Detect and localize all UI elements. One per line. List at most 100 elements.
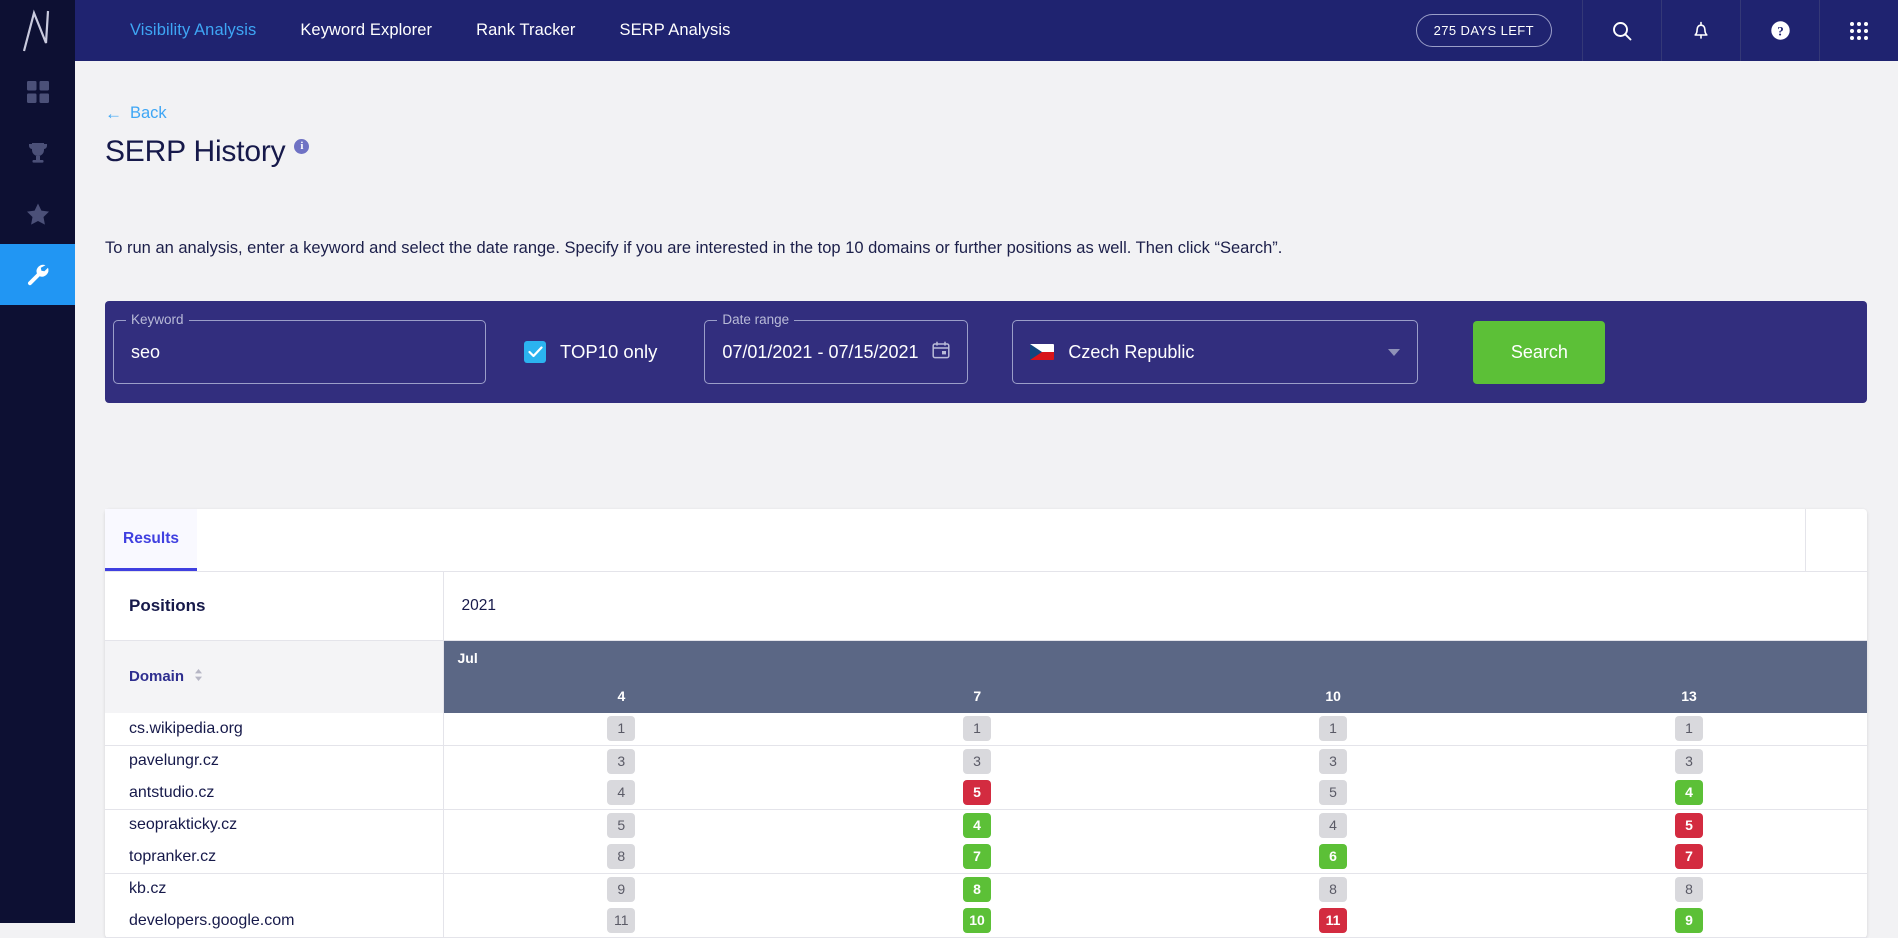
nav-link-serp-analysis[interactable]: SERP Analysis [597,0,752,61]
nav-link-visibility-analysis[interactable]: Visibility Analysis [108,0,278,61]
cell-position: 8 [799,873,1155,905]
cell-domain: topranker.cz [105,841,444,874]
sidebar-item-favorites[interactable] [0,183,75,244]
page-title-row: SERP History i [105,135,310,169]
keyword-field[interactable]: Keyword seo [113,312,486,384]
cell-position: 1 [1511,713,1867,746]
cell-position: 6 [1155,841,1511,874]
position-badge: 4 [1319,812,1347,838]
cell-position: 1 [799,713,1155,746]
cell-domain: cs.wikipedia.org [105,713,444,746]
position-badge: 5 [607,812,636,838]
table-row[interactable]: pavelungr.cz 3 3 3 3 [105,745,1867,777]
table-row[interactable]: topranker.cz 8 7 6 7 [105,841,1867,874]
days-left-badge[interactable]: 275 DAYS LEFT [1415,14,1552,47]
table-row[interactable]: cs.wikipedia.org 1 1 1 1 [105,713,1867,746]
cell-domain: seoprakticky.cz [105,809,444,841]
back-label: Back [130,104,167,122]
tab-results[interactable]: Results [105,509,197,571]
info-icon[interactable]: i [294,139,310,154]
chevron-down-icon [1388,348,1401,356]
country-select[interactable]: Czech Republic [1012,320,1419,384]
apps-menu-button[interactable] [1819,0,1898,61]
position-badge: 7 [963,844,991,870]
position-badge: 5 [1319,780,1347,806]
position-badge: 8 [1319,876,1347,902]
page-content: ← Back SERP History i To run an analysis… [75,61,1898,938]
bell-icon [1694,21,1708,39]
keyword-input[interactable]: seo [131,342,160,363]
cell-position: 1 [1155,713,1511,746]
nav-link-keyword-explorer[interactable]: Keyword Explorer [278,0,454,61]
nav-link-rank-tracker[interactable]: Rank Tracker [454,0,597,61]
cell-position: 7 [799,841,1155,874]
table-row[interactable]: seoprakticky.cz 5 4 4 5 [105,809,1867,841]
svg-text:?: ? [1777,23,1784,38]
search-submit-button[interactable]: Search [1473,320,1606,384]
cell-position: 3 [1511,745,1867,777]
help-button[interactable]: ? [1740,0,1819,61]
cell-position: 4 [799,809,1155,841]
app-logo[interactable] [0,0,75,61]
position-badge: 11 [1319,908,1347,934]
results-card: Results Positions 2021 Domain Jul 4 7 10… [105,509,1867,938]
position-badge: 5 [963,780,991,806]
page-description: To run an analysis, enter a keyword and … [105,239,1283,257]
back-link[interactable]: ← Back [105,104,167,123]
table-row[interactable]: antstudio.cz 4 5 5 4 [105,777,1867,810]
cell-position: 3 [799,745,1155,777]
sidebar-item-tools[interactable] [0,244,75,305]
cell-position: 11 [443,905,799,938]
czech-republic-flag-icon [1030,344,1055,360]
cell-position: 5 [1511,809,1867,841]
position-badge: 1 [1675,716,1703,742]
trophy-icon [28,142,47,163]
cell-position: 9 [443,873,799,905]
country-select-value: Czech Republic [1068,341,1195,362]
cell-domain: kb.cz [105,873,444,905]
check-icon [527,346,543,358]
position-badge: 8 [607,844,636,870]
position-badge: 3 [607,748,636,774]
cell-domain: developers.google.com [105,905,444,938]
wrench-icon [27,264,48,285]
sidebar-item-competitions[interactable] [0,122,75,183]
dashboard-icon [26,80,49,103]
nav-logo-icon [22,8,49,51]
help-icon: ? [1770,21,1790,40]
top10-toggle[interactable]: TOP10 only [524,341,657,363]
top10-checkbox[interactable] [524,341,546,363]
date-range-field[interactable]: Date range 07/01/2021 - 07/15/2021 [704,312,969,384]
results-options-button[interactable] [1805,509,1867,571]
cell-position: 8 [443,841,799,874]
date-range-label: Date range [717,312,795,327]
header-day-10: 10 [1325,688,1341,704]
cell-position: 3 [443,745,799,777]
search-button[interactable] [1582,0,1661,61]
header-domain-sortable[interactable]: Domain [105,640,444,713]
search-icon [1613,21,1632,40]
sort-arrows-icon [194,668,203,686]
header-positions: Positions [105,572,444,641]
table-row[interactable]: kb.cz 9 8 8 8 [105,873,1867,905]
left-sidebar [0,61,75,923]
cell-position: 4 [443,777,799,810]
sidebar-item-dashboard[interactable] [0,61,75,122]
nav-right-group: 275 DAYS LEFT ? [1415,0,1898,61]
date-range-input[interactable]: 07/01/2021 - 07/15/2021 [722,342,918,363]
cell-position: 8 [1155,873,1511,905]
table-body: cs.wikipedia.org 1 1 1 1 pavelungr.cz 3 … [105,713,1867,938]
notifications-button[interactable] [1661,0,1740,61]
header-domain-label: Domain [129,667,185,685]
table-row[interactable]: developers.google.com 11 10 11 9 [105,905,1867,938]
cell-position: 8 [1511,873,1867,905]
top10-label: TOP10 only [560,341,658,362]
position-badge: 7 [1675,844,1703,870]
position-badge: 3 [1319,748,1347,774]
table-head: Positions 2021 Domain Jul 4 7 10 13 [105,572,1867,713]
calendar-button[interactable] [932,340,950,364]
cell-position: 1 [443,713,799,746]
position-badge: 1 [963,716,991,742]
header-year: 2021 [443,572,1867,641]
cell-position: 5 [443,809,799,841]
